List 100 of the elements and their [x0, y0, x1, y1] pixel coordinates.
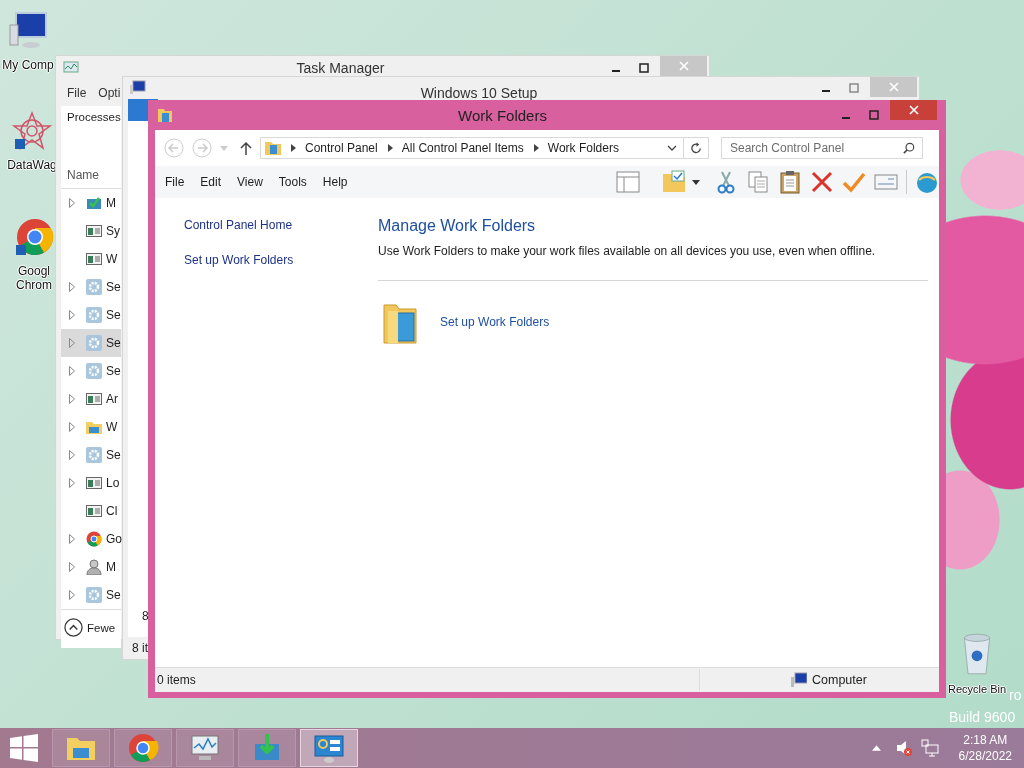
process-row[interactable]: Cl [61, 497, 121, 525]
process-name: Se [106, 448, 121, 462]
taskbar-button[interactable] [114, 729, 172, 767]
taskbar-button[interactable] [52, 729, 110, 767]
clock-date: 6/28/2022 [958, 748, 1012, 764]
close-button[interactable] [890, 100, 937, 120]
clipboard-icon[interactable] [778, 170, 802, 194]
process-row[interactable]: Se [61, 273, 121, 301]
search-field[interactable]: Search Control Panel [721, 137, 923, 159]
process-row[interactable]: W [61, 245, 121, 273]
start-button[interactable] [10, 734, 38, 762]
process-row[interactable]: M [61, 553, 121, 581]
menu-item[interactable]: File [67, 86, 87, 100]
menu-item[interactable]: Opti [98, 86, 121, 100]
breadcrumb[interactable]: All Control Panel Items [401, 141, 524, 155]
copy-icon[interactable] [746, 170, 770, 194]
close-icon[interactable] [908, 105, 919, 115]
menu-item[interactable]: Edit [200, 175, 222, 189]
status-text: 0 items [157, 673, 197, 687]
chevron-icon[interactable] [387, 144, 393, 152]
expand-icon[interactable] [69, 310, 75, 320]
description-text: Use Work Folders to make your work files available on all devices you use, even when offline. [378, 244, 877, 258]
delete-icon[interactable] [810, 170, 834, 194]
expand-icon[interactable] [69, 338, 75, 348]
breadcrumb[interactable]: Work Folders [547, 141, 619, 155]
gear-icon [86, 447, 102, 463]
refresh-icon[interactable] [689, 141, 703, 155]
collapse-icon[interactable] [64, 618, 83, 637]
address-bar[interactable]: Control Panel All Control Panel Items Work Folders [260, 137, 684, 159]
taskbar-button[interactable] [176, 729, 234, 767]
speaker-muted-icon[interactable] [894, 739, 913, 757]
expand-icon[interactable] [69, 422, 75, 432]
process-row[interactable]: Ar [61, 385, 121, 413]
process-row[interactable]: Se [61, 301, 121, 329]
process-row[interactable]: Se [61, 357, 121, 385]
menu-item[interactable]: View [237, 175, 263, 189]
maximize-icon[interactable] [639, 63, 649, 73]
process-name: M [106, 560, 116, 574]
expand-icon[interactable] [69, 534, 75, 544]
user-icon [86, 559, 102, 575]
network-icon[interactable] [920, 739, 939, 757]
dropdown-icon[interactable] [667, 145, 677, 151]
window-icon [86, 503, 102, 519]
process-row[interactable]: Se [61, 581, 121, 609]
icon-label: Chrom [16, 278, 52, 292]
process-name: Sy [106, 224, 120, 238]
menu-item[interactable]: Help [322, 175, 348, 189]
breadcrumb[interactable]: Control Panel [305, 141, 378, 155]
monitor-chart-icon [63, 60, 79, 76]
expand-icon[interactable] [69, 478, 75, 488]
nav-link[interactable]: Control Panel Home [184, 218, 378, 232]
window-title: Task Manager [295, 60, 386, 76]
process-row[interactable]: Go [61, 525, 121, 553]
chevron-icon[interactable] [291, 144, 296, 152]
nav-link[interactable]: Set up Work Folders [184, 253, 378, 267]
process-name: Se [106, 364, 121, 378]
process-row[interactable]: M [61, 189, 121, 217]
globe-icon[interactable] [915, 170, 939, 194]
clock-time: 2:18 AM [963, 732, 1008, 748]
icon-label: Recycle Bin [948, 682, 1007, 696]
processes-tab[interactable]: Processes [61, 106, 123, 150]
zone-text: Computer [812, 673, 867, 687]
show-hidden-icons-icon[interactable] [871, 745, 881, 751]
process-name: Cl [106, 504, 118, 518]
setup-link[interactable]: Set up Work Folders [440, 315, 550, 329]
refresh-button[interactable] [684, 137, 709, 159]
expand-icon[interactable] [69, 366, 75, 376]
caret-icon[interactable] [692, 179, 700, 185]
process-row[interactable]: Sy [61, 217, 121, 245]
star-pattern-icon[interactable] [12, 110, 52, 152]
expand-icon[interactable] [69, 198, 75, 208]
expand-icon[interactable] [69, 282, 75, 292]
expand-icon[interactable] [69, 394, 75, 404]
expand-icon[interactable] [69, 590, 75, 600]
count-text: 8 [142, 609, 149, 623]
process-row[interactable]: W [61, 413, 121, 441]
layout-pane-icon[interactable] [616, 170, 640, 194]
window-icon [86, 251, 102, 267]
chrome-icon[interactable] [14, 216, 54, 258]
fewer-details-label[interactable]: Fewe [87, 621, 116, 634]
search-icon[interactable] [903, 142, 915, 154]
process-row[interactable]: Lo [61, 469, 121, 497]
folder-options-icon[interactable] [662, 170, 686, 194]
menu-item[interactable]: File [165, 175, 185, 189]
fewer-details-button[interactable]: Fewe [64, 618, 116, 637]
process-row[interactable]: Se [61, 329, 121, 357]
expand-icon[interactable] [69, 450, 75, 460]
up-arrow-icon[interactable] [240, 141, 252, 155]
expand-icon[interactable] [69, 562, 75, 572]
process-name: W [106, 420, 118, 434]
chrome-icon [86, 531, 102, 547]
checkmark-icon[interactable] [842, 170, 866, 194]
column-header[interactable]: Name [61, 164, 121, 189]
clock[interactable]: 2:18 AM 6/28/2022 [946, 732, 1024, 764]
process-name: Se [106, 336, 121, 350]
gear-icon [86, 279, 102, 295]
menu-item[interactable]: Tools [278, 175, 307, 189]
window-icon [86, 223, 102, 239]
chevron-icon[interactable] [533, 144, 539, 152]
process-row[interactable]: Se [61, 441, 121, 469]
